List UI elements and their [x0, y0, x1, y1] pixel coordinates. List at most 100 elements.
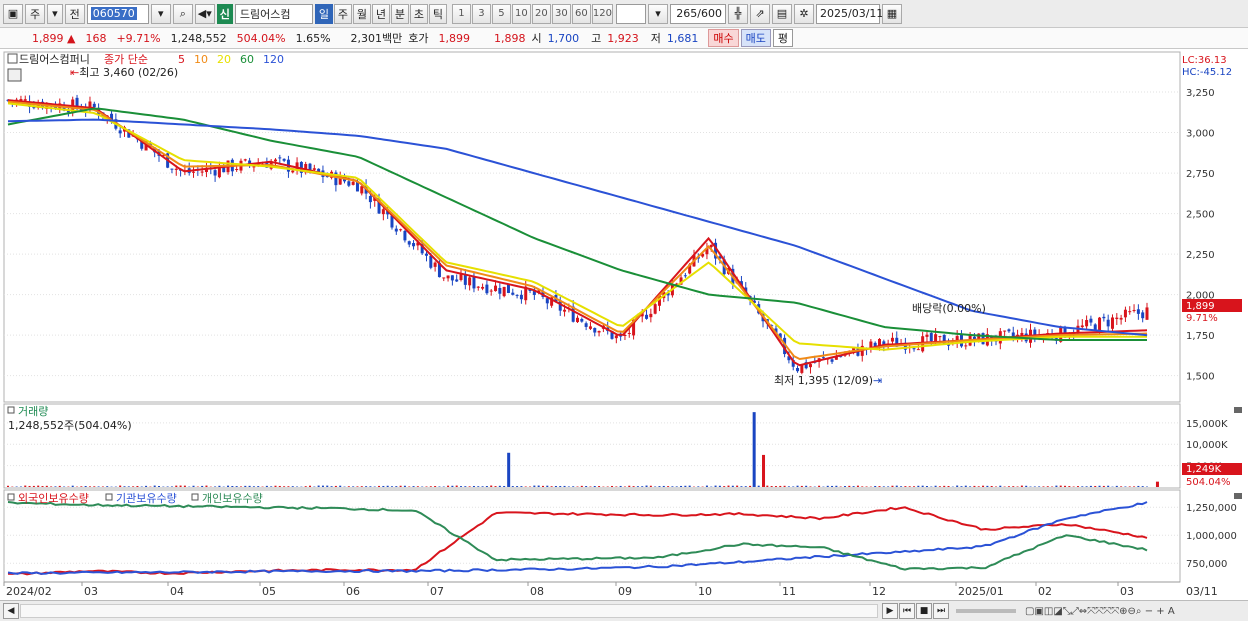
candle-body: [964, 345, 968, 347]
volume-bar: [943, 485, 946, 487]
period-tab-5[interactable]: 초: [409, 3, 428, 24]
volume-bar: [900, 486, 903, 487]
volume-bar: [641, 486, 644, 487]
x-axis-label: 03: [84, 585, 98, 598]
scroll-track[interactable]: [20, 604, 878, 618]
period-tab-1[interactable]: 주: [333, 3, 352, 24]
candle-body: [1145, 307, 1149, 320]
interval-tab-0[interactable]: 1: [451, 3, 471, 24]
period-tab-6[interactable]: 틱: [428, 3, 447, 24]
volume-bar: [136, 485, 139, 487]
speaker-icon[interactable]: ◀▾: [194, 3, 215, 24]
stock-code-input[interactable]: 060570: [86, 3, 149, 24]
volume-bar: [1012, 486, 1015, 487]
interval-input[interactable]: [616, 3, 646, 24]
holding-legend-label: 개인보유수량: [202, 492, 263, 505]
volume-bar: [84, 485, 87, 487]
stock-chart[interactable]: 3,2503,0002,7502,5002,2502,0001,7501,500…: [0, 50, 1248, 600]
candle-body: [584, 323, 588, 327]
interval-tab-6[interactable]: 60: [571, 3, 591, 24]
volume-bar: [425, 486, 428, 487]
volume-bar: [145, 485, 148, 487]
volume-bar: [1020, 485, 1023, 487]
current-price: 1,899 ▲: [32, 31, 76, 45]
open-label: 시: [531, 32, 542, 45]
volume-bar: [321, 485, 324, 487]
volume-bar: [24, 485, 27, 487]
volume-bar: [511, 486, 514, 487]
stop-icon[interactable]: ■: [916, 603, 932, 619]
volume-bar: [399, 485, 402, 487]
candle-body: [476, 286, 480, 288]
volume-bar: [878, 486, 881, 487]
candle-body: [494, 285, 498, 292]
price-panel-title: 드림어스컴퍼니: [19, 53, 90, 66]
scroll-right-icon[interactable]: ▶: [882, 603, 898, 619]
period-tab-0[interactable]: 일: [314, 3, 333, 24]
volume-tag-text: 1,249K: [1186, 464, 1222, 475]
volume-bar: [1137, 485, 1140, 487]
eval-button[interactable]: 평: [772, 29, 794, 47]
table-icon[interactable]: [7, 68, 22, 82]
volume-bar: [925, 486, 928, 487]
last-page-icon[interactable]: ⏭: [933, 603, 949, 619]
buy-button[interactable]: 매수: [708, 29, 739, 47]
candle-body: [545, 298, 549, 304]
volume-bar: [183, 485, 186, 487]
calendar-icon[interactable]: ▦: [882, 3, 902, 24]
save-icon[interactable]: ▤: [772, 3, 792, 24]
sell-button[interactable]: 매도: [740, 29, 771, 47]
volume-bar: [938, 486, 941, 487]
interval-tab-7[interactable]: 120: [591, 3, 613, 24]
interval-tab-3[interactable]: 10: [511, 3, 531, 24]
indicator-icon[interactable]: ⇗: [750, 3, 770, 24]
volume-bar: [451, 485, 454, 487]
volume-bar: [688, 485, 691, 487]
period-tab-3[interactable]: 년: [371, 3, 390, 24]
zoom-tools-icon[interactable]: ▢▣◫◪⤡⤢⇔⤧⤧⤧⤧⊕⊖⌕ − + A: [1025, 606, 1175, 617]
candle-body: [653, 304, 657, 314]
volume-bar: [231, 486, 234, 487]
interval-tab-4[interactable]: 20: [531, 3, 551, 24]
layout-icon[interactable]: ▣: [3, 3, 23, 24]
prev-button[interactable]: 전: [64, 3, 85, 24]
search-icon[interactable]: ⌕: [172, 3, 193, 24]
interval-tab-1[interactable]: 3: [471, 3, 491, 24]
pct-tag: 9.71%: [1186, 313, 1218, 324]
volume-bar: [1025, 485, 1028, 487]
code-dropdown-icon[interactable]: ▾: [150, 3, 171, 24]
volume-panel-close-icon[interactable]: [1234, 407, 1242, 413]
volume-bar: [71, 485, 74, 487]
scroll-left-icon[interactable]: ◀: [3, 603, 19, 619]
stock-name-field[interactable]: 드림어스컴: [234, 3, 313, 24]
holding-y-tick: 750,000: [1186, 559, 1227, 570]
zoom-slider[interactable]: [956, 609, 1016, 613]
interval-tab-5[interactable]: 30: [551, 3, 571, 24]
period-tab-2[interactable]: 월: [352, 3, 371, 24]
market-select[interactable]: 주: [25, 3, 46, 24]
interval-tab-2[interactable]: 5: [491, 3, 511, 24]
holding-panel-close-icon[interactable]: [1234, 493, 1242, 499]
volume-bar: [895, 485, 898, 487]
volume-bar: [123, 486, 126, 487]
candle-type-icon[interactable]: ╬: [728, 3, 748, 24]
date-input[interactable]: 2025/03/11: [816, 3, 883, 24]
first-page-icon[interactable]: ⏮: [899, 603, 915, 619]
horizontal-scrollbar[interactable]: ◀ ▶ ⏮ ■ ⏭ ▢▣◫◪⤡⤢⇔⤧⤧⤧⤧⊕⊖⌕ − + A: [0, 600, 1248, 621]
volume-bar: [977, 486, 980, 487]
candle-body: [1123, 309, 1127, 318]
volume-spike: [752, 412, 756, 487]
period-tab-4[interactable]: 분: [390, 3, 409, 24]
interval-tabs: 1 3 5 10 20 30 60 120: [451, 3, 614, 24]
gear-icon[interactable]: ✲: [794, 3, 814, 24]
count-input[interactable]: 265/600: [670, 3, 726, 24]
holding-legend: 외국인보유수량 기관보유수량 개인보유수량: [7, 492, 263, 505]
volume-bar: [589, 486, 592, 487]
volume-bar: [969, 486, 972, 487]
volume-bar: [973, 485, 976, 487]
ma-legend-120: 120: [263, 53, 284, 66]
volume-bar: [41, 486, 44, 487]
market-dropdown-icon[interactable]: ▾: [47, 3, 63, 24]
candle-body: [796, 367, 800, 372]
interval-dropdown-icon[interactable]: ▾: [648, 3, 668, 24]
